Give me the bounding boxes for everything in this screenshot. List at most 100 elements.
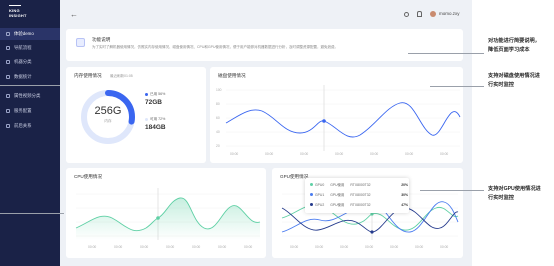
used-dot-icon: [145, 93, 148, 96]
disk-xlabel: 00:00: [335, 152, 343, 156]
sidebar-item-relations[interactable]: 前后关系: [0, 120, 60, 132]
tooltip-model: RTX8000T32: [350, 182, 371, 187]
gpu-xlabel: 00:00: [440, 245, 448, 249]
sidebar-item-demo[interactable]: 体验demo: [0, 28, 60, 40]
callout-line-disk: [430, 86, 484, 87]
tooltip-name: GPU0: [315, 182, 325, 187]
gpu-xlabel: 00:00: [290, 245, 298, 249]
notice-text: 为了实时了解机器使用情况，仿照实内存使用情况、磁盘使用情况、CPU和GPU使用情…: [92, 45, 338, 49]
tooltip-name: GPU2: [315, 202, 325, 207]
tooltip-value: 20%: [401, 182, 408, 187]
memory-card: 内存使用情况 最近刷新01:05 256G 内存 已用 56% 72GB 可用 …: [66, 67, 206, 163]
tooltip-row-gpu1: GPU1 GPU使用 RTX8000T32 30%: [310, 192, 408, 197]
tooltip-model: RTX8000T32: [350, 192, 371, 197]
search-icon[interactable]: [404, 12, 409, 17]
tooltip-label: GPU使用: [330, 203, 345, 207]
memory-donut: [81, 90, 135, 144]
gpu-xlabel: 00:00: [365, 245, 373, 249]
legend-free: 可用 72%: [145, 117, 165, 122]
disk-xlabel: 00:00: [230, 152, 238, 156]
used-label: 已用 56%: [150, 92, 166, 96]
notice-title: 功能说明: [92, 37, 111, 42]
notice-card: 功能说明 为了实时了解机器使用情况，仿照实内存使用情况、磁盘使用情况、CPU和G…: [66, 29, 463, 61]
tooltip-row-gpu0: GPU0 GPU使用 RTX8000T32 20%: [310, 182, 408, 187]
tooltip-model: RTX8000T32: [350, 202, 371, 207]
cpu-card: CPU使用情况 00:00 00:00 00:00 00:00 00:00 00…: [66, 168, 266, 258]
cpu-xlabel: 00:00: [192, 245, 200, 249]
annotation-gpu: 支持对GPU使用情况进 行实时监控: [488, 185, 541, 202]
annotation-line: 对功能进行简要说明，: [488, 38, 540, 44]
disk-ylabel: 20: [216, 144, 220, 148]
gpu1-dot-icon: [310, 193, 313, 196]
disk-ylabel: 100: [216, 88, 222, 92]
disk-ylabel: 60: [216, 116, 220, 120]
memory-total-label: 内存: [104, 119, 112, 123]
used-value: 72GB: [145, 99, 162, 106]
gpu2-dot-icon: [310, 203, 313, 206]
disk-xlabel: 00:00: [370, 152, 378, 156]
disk-point: [322, 119, 326, 123]
username[interactable]: momo.zxy: [439, 11, 460, 16]
disk-xlabel: 00:00: [440, 152, 448, 156]
sidebar-item-label: 前后关系: [14, 123, 32, 128]
flow-icon: [6, 46, 10, 50]
callout-line-sidebar: [0, 85, 60, 86]
annotation-line: 支持对磁盘使用情况进: [488, 73, 540, 79]
annotation-line: 支持对GPU使用情况进: [488, 186, 541, 192]
disk-ylabel: 40: [216, 130, 220, 134]
sidebar-item-video[interactable]: 属性视频分类: [0, 90, 60, 102]
tooltip-value: 47%: [401, 202, 408, 207]
annotation-line: 降低页面学习成本: [488, 46, 530, 53]
free-dot-icon: [145, 118, 148, 121]
callout-line-cpu: [0, 213, 64, 214]
avatar[interactable]: [430, 11, 436, 17]
demo-icon: [6, 32, 10, 36]
tooltip-label: GPU使用: [330, 193, 345, 197]
disk-card: 磁盘使用情况 100 80 60 40 20 00:00 00:00 00:00…: [210, 67, 463, 163]
cpu-area: [76, 197, 260, 240]
memory-total: 256G: [94, 105, 122, 117]
sidebar-item-flow[interactable]: 导航流程: [0, 42, 60, 54]
relations-icon: [6, 124, 10, 128]
sidebar-item-label: 体验demo: [14, 31, 34, 36]
tooltip-label: GPU使用: [330, 183, 345, 187]
sidebar-item-label: 机器分类: [14, 59, 32, 64]
cpu-xlabel: 00:00: [218, 245, 226, 249]
cpu-xlabel: 00:00: [88, 245, 96, 249]
topbar: ← momo.zxy: [60, 0, 472, 28]
gpu-tooltip: GPU0 GPU使用 RTX8000T32 20% GPU1 GPU使用 RTX…: [305, 178, 409, 213]
tooltip-value: 30%: [401, 192, 408, 197]
disk-xlabel: 00:00: [265, 152, 273, 156]
gpu-xlabel: 00:00: [315, 245, 323, 249]
back-arrow-icon[interactable]: ←: [70, 11, 78, 19]
cpu-chart: 00:00 00:00 00:00 00:00 00:00 00:00 00:0…: [75, 188, 261, 249]
logo-text-bottom: INSIGHT: [9, 13, 27, 18]
video-icon: [6, 94, 10, 98]
annotation-disk: 支持对磁盘使用情况进 行实时监控: [488, 72, 540, 89]
sidebar-item-label: 属性视频分类: [14, 93, 41, 98]
sidebar-item-machines[interactable]: 机器分类: [0, 56, 60, 68]
sidebar-item-stats[interactable]: 数据统计: [0, 71, 60, 83]
machine-icon: [6, 60, 10, 64]
tooltip-row-gpu2: GPU2 GPU使用 RTX8000T32 47%: [310, 202, 408, 207]
gpu-xlabel: 00:00: [340, 245, 348, 249]
app-frame: KING INSIGHT 体验demo 导航流程 机器分类 数据统计 属性视频分…: [0, 0, 472, 266]
logo: KING INSIGHT: [9, 8, 27, 18]
callout-line-gpu: [420, 190, 484, 191]
tooltip-name: GPU1: [315, 192, 325, 197]
sidebar-item-label: 导航流程: [14, 45, 32, 50]
callout-line-notice: [408, 53, 484, 54]
bell-icon[interactable]: [417, 11, 422, 17]
sidebar-item-label: 数据统计: [14, 74, 32, 79]
disk-xlabel: 00:00: [300, 152, 308, 156]
gpu-xlabel: 00:00: [415, 245, 423, 249]
disk-chart: 100 80 60 40 20 00:00 00:00 00:00 00:00: [216, 85, 461, 156]
disk-xlabel: 00:00: [405, 152, 413, 156]
cpu-xlabel: 00:00: [140, 245, 148, 249]
disk-ylabel: 80: [216, 102, 220, 106]
cpu-xlabel: 00:00: [244, 245, 252, 249]
service-icon: [6, 109, 10, 113]
info-icon: [76, 38, 85, 47]
cpu-point: [156, 216, 160, 220]
sidebar-item-service[interactable]: 服务配置: [0, 105, 60, 117]
